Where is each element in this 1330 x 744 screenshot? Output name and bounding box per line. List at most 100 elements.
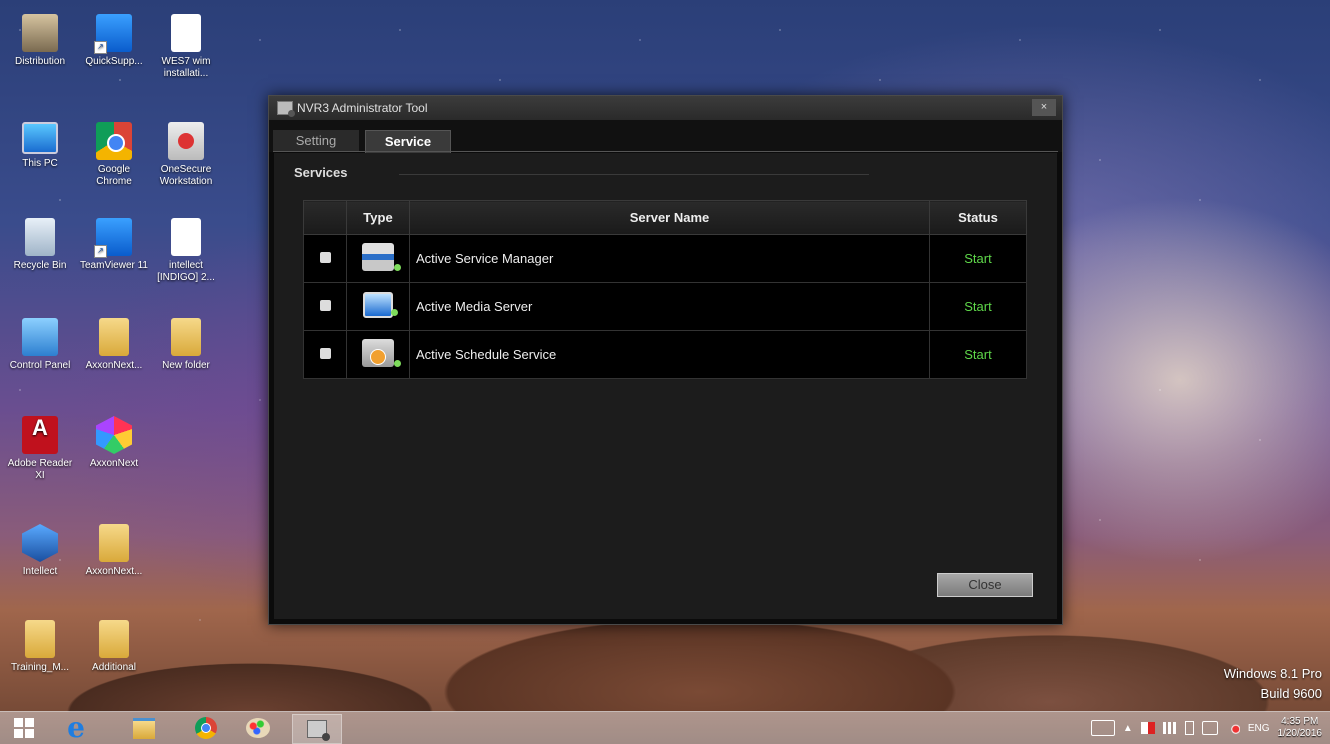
row-checkbox[interactable]	[319, 348, 331, 359]
desktop-icon-intellect-doc[interactable]: intellect [INDIGO] 2...	[152, 218, 220, 284]
desktop-icon-onesecure[interactable]: OneSecure Workstation	[152, 122, 220, 188]
window-close-button[interactable]: ×	[1032, 99, 1056, 116]
taskbar-paint[interactable]	[234, 714, 282, 742]
section-divider	[399, 174, 869, 175]
desktop-icon-label: New folder	[162, 360, 210, 371]
desktop-icon-label: WES7 wim installati...	[161, 56, 211, 79]
row-checkbox[interactable]	[319, 300, 331, 311]
desktop-icon-label: Additional	[92, 662, 136, 673]
table-header-row: Type Server Name Status	[303, 200, 1027, 235]
service-status[interactable]: Start	[929, 234, 1027, 283]
service-status[interactable]: Start	[929, 282, 1027, 331]
folder-icon	[99, 620, 129, 658]
table-row[interactable]: Active Service Manager Start	[303, 234, 1027, 283]
touch-keyboard-icon[interactable]	[1090, 720, 1115, 736]
shortcut-arrow-icon: ↗	[94, 245, 107, 258]
desktop-icon-teamviewer[interactable]: ↗ TeamViewer 11	[80, 218, 148, 272]
desktop-icon-axxonnext-folder-2[interactable]: AxxonNext...	[80, 524, 148, 578]
desktop-icon-label: AxxonNext...	[85, 360, 143, 371]
desktop-icon-label: Intellect	[22, 566, 58, 577]
document-icon	[171, 14, 201, 52]
tab-setting[interactable]: Setting	[273, 130, 359, 152]
teamviewer-icon: ↗	[94, 218, 132, 258]
paint-icon	[246, 718, 270, 738]
desktop-icon-recycle-bin[interactable]: Recycle Bin	[6, 218, 74, 272]
network-icon[interactable]	[1201, 721, 1218, 735]
server-name: Active Media Server	[409, 282, 930, 331]
network-grid-icon[interactable]	[1162, 722, 1177, 734]
desktop-icon-intellect[interactable]: Intellect	[6, 524, 74, 578]
desktop-icon-label: TeamViewer 11	[80, 260, 148, 271]
document-icon	[171, 218, 201, 256]
desktop-icon-label: Control Panel	[9, 360, 71, 371]
status-led-icon	[394, 360, 401, 367]
header-type[interactable]: Type	[346, 200, 410, 235]
show-hidden-icons-icon[interactable]: ▲	[1123, 723, 1133, 734]
adobe-reader-icon	[22, 416, 58, 454]
nvr3-app-icon	[277, 101, 295, 117]
service-status[interactable]: Start	[929, 330, 1027, 379]
desktop-icon-label: This PC	[22, 158, 58, 169]
service-manager-icon	[362, 243, 401, 271]
input-language[interactable]: ENG	[1248, 723, 1270, 734]
tab-divider	[273, 151, 1058, 152]
desktop-icon-quicksupport[interactable]: ↗ QuickSupp...	[80, 14, 148, 68]
nvr3-admin-icon	[307, 720, 330, 741]
shortcut-arrow-icon: ↗	[94, 41, 107, 54]
header-status[interactable]: Status	[929, 200, 1027, 235]
action-center-flag-icon[interactable]	[1140, 722, 1155, 734]
table-row[interactable]: Active Media Server Start	[303, 282, 1027, 331]
services-section-label: Services	[294, 165, 348, 180]
watermark-build: Build 9600	[1260, 686, 1322, 701]
close-button[interactable]: Close	[937, 573, 1033, 597]
media-server-icon	[363, 292, 398, 318]
desktop-icon-axxonnext[interactable]: AxxonNext	[80, 416, 148, 470]
table-row[interactable]: Active Schedule Service Start	[303, 330, 1027, 379]
teamviewer-icon: ↗	[94, 14, 132, 54]
recycle-bin-icon	[25, 218, 55, 256]
battery-icon[interactable]	[1184, 721, 1194, 735]
desktop-icon-this-pc[interactable]: This PC	[6, 122, 74, 170]
folder-icon	[25, 620, 55, 658]
desktop-icon-label: Adobe Reader XI	[7, 458, 73, 481]
window-titlebar[interactable]: NVR3 Administrator Tool ×	[269, 96, 1062, 120]
desktop-icon-label: OneSecure Workstation	[159, 164, 213, 187]
taskbar-nvr3-admin[interactable]	[292, 714, 342, 744]
desktop-icon-chrome[interactable]: Google Chrome	[80, 122, 148, 188]
services-table: Type Server Name Status Active Service M…	[303, 200, 1027, 379]
desktop-icon-control-panel[interactable]: Control Panel	[6, 318, 74, 372]
clock-date: 1/20/2016	[1277, 728, 1323, 739]
taskbar-ie[interactable]: e	[52, 714, 100, 742]
desktop-icon-adobe-reader[interactable]: Adobe Reader XI	[6, 416, 74, 482]
folder-icon	[171, 318, 201, 356]
folder-icon	[99, 524, 129, 562]
desktop-icon-additional[interactable]: Additional	[80, 620, 148, 674]
desktop-icon-label: Recycle Bin	[13, 260, 67, 271]
desktop-icon-label: QuickSupp...	[85, 56, 143, 67]
desktop-icon-training[interactable]: Training_M...	[6, 620, 74, 674]
control-panel-icon	[22, 318, 58, 356]
taskbar-file-explorer[interactable]	[120, 714, 168, 742]
axxonnext-icon	[96, 416, 132, 454]
eye-icon	[168, 122, 204, 160]
file-explorer-icon	[133, 717, 155, 739]
desktop-icon-wes7[interactable]: WES7 wim installati...	[152, 14, 220, 80]
taskbar-chrome[interactable]	[182, 714, 230, 742]
desktop-icon-new-folder[interactable]: New folder	[152, 318, 220, 372]
tab-service[interactable]: Service	[365, 130, 451, 153]
start-icon	[14, 718, 34, 738]
schedule-service-icon	[362, 339, 401, 367]
row-checkbox[interactable]	[319, 252, 331, 263]
desktop-icon-label: Distribution	[14, 56, 66, 67]
desktop-icon-label: Google Chrome	[96, 164, 132, 187]
server-name: Active Service Manager	[409, 234, 930, 283]
header-select	[303, 200, 347, 235]
service-panel: Services Type Server Name Status Active …	[274, 153, 1057, 619]
desktop-icon-axxonnext-folder[interactable]: AxxonNext...	[80, 318, 148, 372]
header-server-name[interactable]: Server Name	[409, 200, 930, 235]
volume-muted-icon[interactable]	[1225, 722, 1240, 734]
status-led-icon	[391, 309, 398, 316]
desktop-icon-distribution[interactable]: Distribution	[6, 14, 74, 68]
start-button[interactable]	[0, 714, 48, 742]
clock[interactable]: 4:35 PM 1/20/2016	[1278, 716, 1323, 740]
